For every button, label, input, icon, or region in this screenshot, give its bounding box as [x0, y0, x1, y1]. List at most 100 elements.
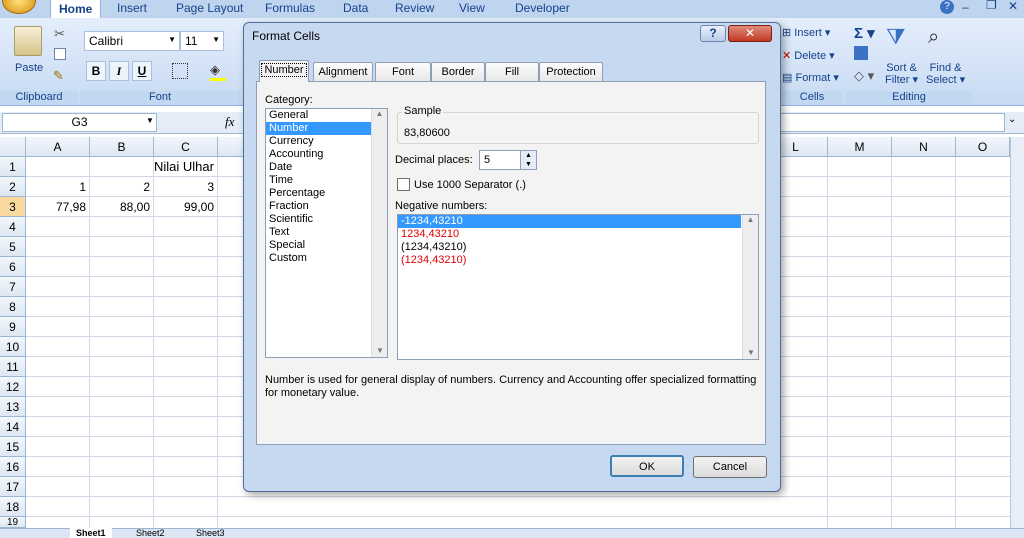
- row-header[interactable]: 16: [0, 457, 26, 477]
- italic-button[interactable]: I: [109, 61, 129, 81]
- office-button[interactable]: [2, 0, 36, 14]
- fill-icon[interactable]: [854, 46, 868, 60]
- tab-home[interactable]: Home: [50, 0, 102, 19]
- list-item[interactable]: Text: [266, 226, 387, 239]
- row-header[interactable]: 14: [0, 417, 26, 437]
- spin-up-icon[interactable]: ▲: [520, 151, 536, 160]
- list-item[interactable]: Scientific: [266, 213, 387, 226]
- decimal-places-stepper[interactable]: 5 ▲ ▼: [479, 150, 537, 170]
- function-icon[interactable]: fx: [225, 114, 234, 130]
- list-item[interactable]: Date: [266, 161, 387, 174]
- list-item[interactable]: Number: [266, 122, 371, 135]
- tab-view[interactable]: View: [459, 1, 485, 15]
- row-header[interactable]: 2: [0, 177, 26, 197]
- sort-filter-icon[interactable]: ⧩: [886, 24, 906, 50]
- list-item[interactable]: -1234,43210: [398, 215, 741, 228]
- close-window-icon[interactable]: ✕: [1008, 0, 1018, 13]
- help-icon[interactable]: ?: [940, 0, 954, 14]
- column-header-n[interactable]: N: [892, 137, 956, 157]
- list-item[interactable]: (1234,43210): [398, 241, 758, 254]
- copy-icon[interactable]: [54, 48, 66, 60]
- bold-button[interactable]: B: [86, 61, 106, 81]
- select-all[interactable]: [0, 137, 26, 157]
- cell-b2[interactable]: 2: [90, 177, 154, 197]
- font-size-box[interactable]: 11 ▼: [180, 31, 224, 51]
- row-header[interactable]: 13: [0, 397, 26, 417]
- cancel-button[interactable]: Cancel: [693, 456, 767, 478]
- cut-icon[interactable]: ✂: [54, 26, 65, 42]
- find-select-icon[interactable]: ⌕: [928, 26, 939, 49]
- sort-filter-button[interactable]: Sort & Filter ▾: [885, 62, 918, 86]
- row-header[interactable]: 7: [0, 277, 26, 297]
- cell-c2[interactable]: 3: [154, 177, 218, 197]
- row-header[interactable]: 6: [0, 257, 26, 277]
- tab-number[interactable]: Number: [259, 60, 309, 82]
- column-header-m[interactable]: M: [828, 137, 892, 157]
- row-header[interactable]: 19: [0, 517, 26, 528]
- expand-formula-icon[interactable]: ⌄: [1008, 114, 1016, 125]
- list-item[interactable]: Accounting: [266, 148, 387, 161]
- tab-formulas[interactable]: Formulas: [265, 1, 315, 15]
- tab-insert[interactable]: Insert: [117, 1, 147, 15]
- tab-font[interactable]: Font: [375, 62, 431, 82]
- list-item[interactable]: General: [266, 109, 387, 122]
- row-header[interactable]: 4: [0, 217, 26, 237]
- list-item[interactable]: Time: [266, 174, 387, 187]
- column-header-a[interactable]: A: [26, 137, 90, 157]
- tab-alignment[interactable]: Alignment: [313, 62, 373, 82]
- row-header[interactable]: 5: [0, 237, 26, 257]
- list-item[interactable]: (1234,43210): [398, 254, 758, 267]
- row-header[interactable]: 9: [0, 317, 26, 337]
- row-header[interactable]: 17: [0, 477, 26, 497]
- ok-button[interactable]: OK: [610, 455, 684, 477]
- scroll-down-icon[interactable]: ▼: [743, 348, 759, 357]
- find-select-button[interactable]: Find & Select ▾: [926, 62, 965, 86]
- sheet-tab-1[interactable]: Sheet1: [70, 528, 112, 538]
- column-header-b[interactable]: B: [90, 137, 154, 157]
- format-cells-button[interactable]: ▤ Format ▾: [782, 71, 839, 84]
- row-header[interactable]: 3: [0, 197, 26, 217]
- tab-data[interactable]: Data: [343, 1, 368, 15]
- dialog-close-button[interactable]: ✕: [728, 25, 772, 42]
- clear-icon[interactable]: ◇ ▾: [854, 68, 874, 84]
- scroll-up-icon[interactable]: ▲: [743, 215, 758, 224]
- category-scrollbar[interactable]: ▲ ▼: [371, 109, 387, 357]
- tab-protection[interactable]: Protection: [539, 62, 603, 82]
- cell-c3[interactable]: 99,00: [154, 197, 218, 217]
- separator-checkbox[interactable]: [397, 178, 410, 191]
- underline-button[interactable]: U: [132, 61, 152, 81]
- scroll-down-icon[interactable]: ▼: [372, 346, 388, 355]
- tab-page-layout[interactable]: Page Layout: [176, 1, 243, 15]
- tab-border[interactable]: Border: [431, 62, 485, 82]
- row-header[interactable]: 11: [0, 357, 26, 377]
- name-box[interactable]: G3: [2, 113, 157, 132]
- dialog-help-button[interactable]: ?: [700, 25, 726, 42]
- cell-a2[interactable]: 1: [26, 177, 90, 197]
- sheet-tab-2[interactable]: Sheet2: [130, 528, 171, 538]
- row-header[interactable]: 18: [0, 497, 26, 517]
- vertical-scrollbar[interactable]: [1010, 137, 1024, 528]
- delete-cells-button[interactable]: ✕ Delete ▾: [782, 49, 835, 62]
- chevron-down-icon[interactable]: ▼: [146, 116, 154, 125]
- list-item[interactable]: 1234,43210: [398, 228, 758, 241]
- tab-developer[interactable]: Developer: [515, 1, 570, 15]
- tab-review[interactable]: Review: [395, 1, 434, 15]
- list-item[interactable]: Currency: [266, 135, 387, 148]
- insert-cells-button[interactable]: ⊞ Insert ▾: [782, 26, 830, 39]
- spin-down-icon[interactable]: ▼: [520, 160, 536, 169]
- tab-fill[interactable]: Fill: [485, 62, 539, 82]
- sheet-tab-3[interactable]: Sheet3: [190, 528, 231, 538]
- list-item[interactable]: Custom: [266, 252, 387, 265]
- format-painter-icon[interactable]: ✎: [53, 68, 64, 84]
- row-header[interactable]: 12: [0, 377, 26, 397]
- row-header[interactable]: 1: [0, 157, 26, 177]
- scroll-up-icon[interactable]: ▲: [372, 109, 387, 118]
- list-item[interactable]: Special: [266, 239, 387, 252]
- column-header-o[interactable]: O: [956, 137, 1010, 157]
- row-header[interactable]: 15: [0, 437, 26, 457]
- category-list[interactable]: General Number Currency Accounting Date …: [265, 108, 388, 358]
- list-item[interactable]: Fraction: [266, 200, 387, 213]
- font-name-box[interactable]: Calibri ▼: [84, 31, 180, 51]
- restore-icon[interactable]: ❐: [986, 0, 997, 12]
- paste-icon[interactable]: [14, 26, 42, 56]
